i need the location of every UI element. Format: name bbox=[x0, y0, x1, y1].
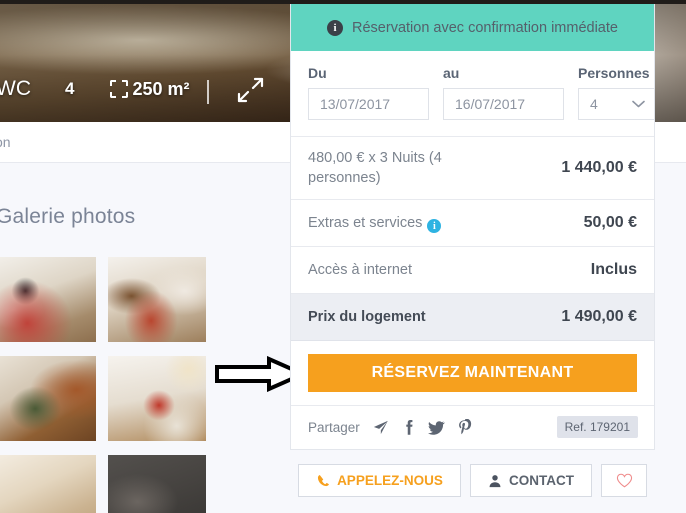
cta-container: RÉSERVEZ MAINTENANT bbox=[291, 341, 654, 406]
contact-button[interactable]: CONTACT bbox=[469, 464, 593, 497]
gallery-thumbnail[interactable] bbox=[108, 455, 206, 513]
price-row-label: 480,00 € x 3 Nuits (4 personnes) bbox=[308, 150, 442, 186]
page-title: Galerie photos bbox=[0, 205, 136, 228]
price-row-internet: Accès à internet Inclus bbox=[291, 247, 654, 294]
guests-select[interactable]: 4 bbox=[578, 88, 655, 120]
booking-panel: i Réservation avec confirmation immédiat… bbox=[290, 4, 655, 450]
guests-value: 4 bbox=[590, 96, 598, 112]
pinterest-icon[interactable] bbox=[456, 418, 473, 436]
guests-label: Personnes bbox=[578, 65, 650, 81]
checkin-label: Du bbox=[308, 65, 327, 81]
thumbnail-grid bbox=[0, 257, 206, 513]
chevron-down-icon bbox=[632, 100, 645, 108]
phone-icon bbox=[317, 474, 330, 486]
info-circle-icon[interactable]: i bbox=[427, 219, 442, 234]
price-row-nights: 480,00 € x 3 Nuits (4 personnes) 1 440,0… bbox=[291, 137, 654, 200]
price-breakdown: 480,00 € x 3 Nuits (4 personnes) 1 440,0… bbox=[291, 136, 654, 341]
call-us-button[interactable]: APPELEZ-NOUS bbox=[298, 464, 461, 497]
share-icons-group: Partager bbox=[308, 418, 473, 436]
checkin-field-group: Du 13/07/2017 bbox=[308, 65, 429, 120]
contact-actions: APPELEZ-NOUS CONTACT bbox=[290, 464, 655, 497]
instant-confirmation-text: Réservation avec confirmation immédiate bbox=[352, 19, 618, 36]
user-icon bbox=[489, 474, 501, 487]
gallery-thumbnail[interactable] bbox=[108, 257, 206, 342]
guests-field-group: Personnes 4 bbox=[578, 65, 655, 120]
price-row-value: 1 440,00 € bbox=[561, 159, 637, 176]
checkin-input[interactable]: 13/07/2017 bbox=[308, 88, 429, 120]
share-label: Partager bbox=[308, 419, 360, 435]
instant-confirmation-banner: i Réservation avec confirmation immédiat… bbox=[291, 4, 654, 51]
gallery-thumbnail[interactable] bbox=[108, 356, 206, 441]
checkout-field-group: au 16/07/2017 bbox=[443, 65, 564, 120]
gallery-thumbnail[interactable] bbox=[0, 356, 96, 441]
favorite-button[interactable] bbox=[601, 464, 648, 497]
call-us-label: APPELEZ-NOUS bbox=[337, 473, 443, 488]
area-label: 250 m² bbox=[132, 78, 190, 99]
booking-fields: Du 13/07/2017 au 16/07/2017 Personnes 4 bbox=[291, 51, 655, 136]
price-row-label-wrap: Extras et services i bbox=[308, 213, 442, 234]
dashed-square-icon bbox=[110, 80, 129, 98]
price-row-label: Extras et services bbox=[308, 214, 423, 231]
total-label: Prix du logement bbox=[308, 309, 426, 325]
contact-label: CONTACT bbox=[508, 473, 574, 488]
paper-plane-icon[interactable] bbox=[372, 419, 389, 436]
checkout-input[interactable]: 16/07/2017 bbox=[443, 88, 564, 120]
bedroom-count: 4 bbox=[65, 79, 75, 98]
book-now-button[interactable]: RÉSERVEZ MAINTENANT bbox=[308, 354, 637, 392]
gallery-thumbnail[interactable] bbox=[0, 455, 96, 513]
checkout-label: au bbox=[443, 65, 460, 81]
price-row-value: Inclus bbox=[590, 261, 637, 278]
total-value: 1 490,00 € bbox=[561, 308, 637, 325]
info-circle-icon: i bbox=[327, 19, 344, 36]
screenshot-root: WC 4 250 m² tion Ga bbox=[0, 0, 686, 513]
price-row-extras: Extras et services i 50,00 € bbox=[291, 200, 654, 247]
price-row-label: Accès à internet bbox=[308, 262, 412, 278]
price-row-value: 50,00 € bbox=[583, 214, 637, 231]
reference-badge: Ref. 179201 bbox=[556, 416, 638, 438]
hero-divider bbox=[207, 80, 209, 104]
breadcrumb-text: tion bbox=[0, 134, 11, 150]
heart-icon bbox=[616, 473, 632, 488]
expand-arrows-icon[interactable] bbox=[236, 76, 264, 104]
price-row-total: Prix du logement 1 490,00 € bbox=[291, 294, 654, 341]
facebook-icon[interactable] bbox=[400, 419, 417, 436]
twitter-icon[interactable] bbox=[427, 419, 445, 436]
wc-label: WC bbox=[0, 77, 31, 100]
share-row: Partager Ref. 179201 bbox=[291, 406, 654, 449]
gallery-thumbnail[interactable] bbox=[0, 257, 96, 342]
